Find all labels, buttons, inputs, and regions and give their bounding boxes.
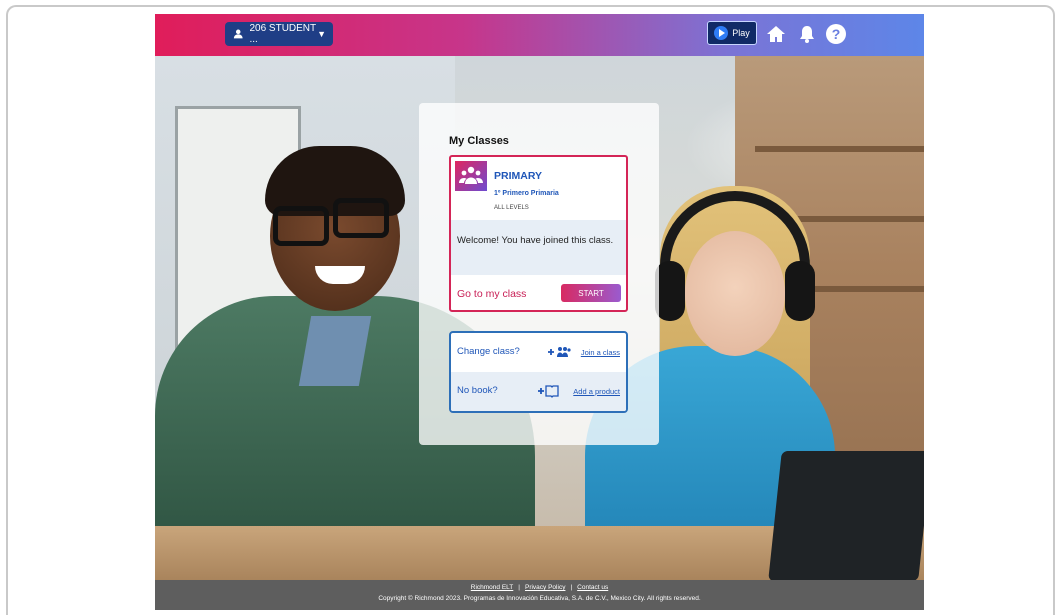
chevron-down-icon: ▼ <box>317 29 326 39</box>
bell-icon[interactable] <box>796 23 818 45</box>
footer: Richmond ELT | Privacy Policy | Contact … <box>155 580 924 610</box>
change-class-label: Change class? <box>457 346 520 357</box>
classroom-background-image: My Classes PRIMARY 1º Primero Primaria A… <box>155 56 924 580</box>
home-icon[interactable] <box>765 23 787 45</box>
user-label: 206 STUDENT ... <box>249 23 316 45</box>
class-subtitle: 1º Primero Primaria <box>494 190 559 197</box>
user-icon <box>233 29 243 39</box>
welcome-message: Welcome! You have joined this class. <box>451 220 626 275</box>
play-icon <box>714 26 729 40</box>
class-level: ALL LEVELS <box>494 205 529 211</box>
play-button[interactable]: Play <box>707 21 757 45</box>
footer-links: Richmond ELT | Privacy Policy | Contact … <box>155 584 924 591</box>
top-bar: 206 STUDENT ... ▼ Play ? <box>155 14 924 56</box>
class-group-icon <box>455 161 487 191</box>
help-icon[interactable]: ? <box>825 23 847 45</box>
change-class-row: Change class? Join a class <box>451 333 626 372</box>
footer-separator: | <box>570 584 573 591</box>
class-name: PRIMARY <box>494 170 543 182</box>
no-book-row: No book? Add a product <box>451 372 626 411</box>
footer-link-richmond[interactable]: Richmond ELT <box>471 584 514 591</box>
footer-separator: | <box>518 584 520 591</box>
add-group-icon <box>548 347 571 357</box>
add-book-icon <box>538 385 559 398</box>
add-product-link[interactable]: Add a product <box>573 387 620 396</box>
svg-text:?: ? <box>832 26 841 42</box>
join-class-link[interactable]: Join a class <box>581 348 620 357</box>
start-button[interactable]: START <box>561 284 621 302</box>
go-to-class-link[interactable]: Go to my class <box>457 288 526 300</box>
footer-copyright: Copyright © Richmond 2023. Programas de … <box>378 595 701 602</box>
tablet <box>768 451 924 580</box>
footer-link-privacy[interactable]: Privacy Policy <box>525 584 565 591</box>
play-label: Play <box>732 28 750 38</box>
app: 206 STUDENT ... ▼ Play ? My Classes PRIM… <box>155 14 924 610</box>
panel-title: My Classes <box>449 135 509 147</box>
no-book-label: No book? <box>457 385 498 396</box>
my-classes-panel: My Classes PRIMARY 1º Primero Primaria A… <box>419 103 659 445</box>
change-class-card: Change class? Join a class No book? Add … <box>449 331 628 413</box>
user-menu-button[interactable]: 206 STUDENT ... ▼ <box>225 22 333 46</box>
class-card: PRIMARY 1º Primero Primaria ALL LEVELS W… <box>449 155 628 312</box>
footer-link-contact[interactable]: Contact us <box>577 584 608 591</box>
